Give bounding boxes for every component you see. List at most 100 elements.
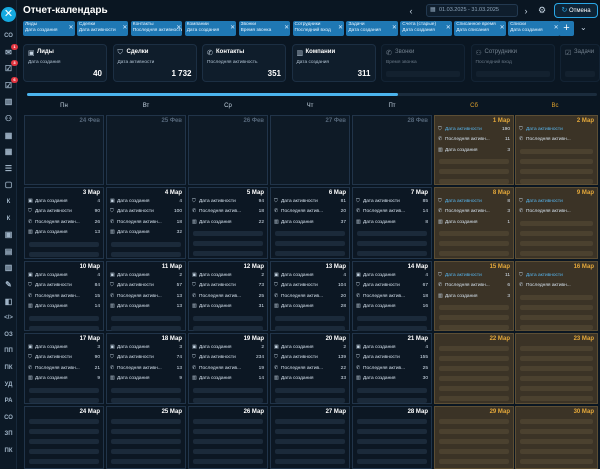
next-period-button[interactable]: › [521, 5, 531, 17]
day-cell[interactable]: 28 Фев [352, 115, 432, 185]
event-row[interactable]: ▥ Дата создания 32 [110, 229, 182, 236]
day-cell[interactable]: 26 Мар [188, 406, 268, 469]
day-cell[interactable]: 20 Мар ▣ Дата создания 2 ⛉ Дата активности 139… [270, 333, 350, 404]
event-row[interactable]: ⛉ Дата активности 67 [356, 282, 428, 289]
event-row[interactable]: ⛉ Дата активности 74 [110, 354, 182, 361]
rail-item-15[interactable]: ✎ [1, 279, 16, 291]
filter-chip[interactable]: Лиды Дата создания ✕ [23, 21, 75, 36]
event-row[interactable]: ⛉ Дата активности [519, 272, 594, 279]
event-row[interactable]: ✆ Последняя активн... 13 [110, 293, 182, 300]
summary-card[interactable]: ⛉ Сделки Дата активности 1 732 [112, 44, 197, 82]
day-cell[interactable]: 7 Мар ⛉ Дата активности 85 ✆ Последняя актив.… [352, 187, 432, 259]
event-row[interactable]: ▥ Дата создания 33 [274, 375, 346, 382]
rail-item-11[interactable]: К [1, 213, 16, 225]
day-cell[interactable]: 3 Мар ▣ Дата создания 4 ⛉ Дата активности 90 ✆ П… [24, 187, 104, 259]
rail-item-24[interactable]: ЗП [1, 428, 16, 440]
close-icon[interactable]: ✕ [122, 24, 127, 31]
event-row[interactable]: ✆ Последняя актив... 20 [274, 293, 346, 300]
event-row[interactable]: ▥ Дата создания 16 [356, 303, 428, 310]
event-row[interactable]: ▥ Дата создания 22 [192, 219, 264, 226]
day-cell[interactable]: 4 Мар ▣ Дата создания 4 ⛉ Дата активности 100 ✆… [106, 187, 186, 259]
day-cell[interactable]: 8 Мар ⛉ Дата активности 8 ✆ Последняя активн.… [434, 187, 514, 259]
close-icon[interactable]: ✕ [338, 24, 343, 31]
close-icon[interactable]: ✕ [284, 24, 289, 31]
cancel-button[interactable]: ↻ Отмена [554, 3, 598, 18]
filter-chip[interactable]: Списки Дата создания ✕ [508, 21, 560, 36]
close-icon[interactable]: ✕ [554, 24, 559, 31]
rail-item-8[interactable]: ☰ [1, 163, 16, 175]
event-row[interactable]: ▥ Дата создания 31 [192, 303, 264, 310]
event-row[interactable]: ⛉ Дата активности [519, 198, 594, 205]
event-row[interactable]: ▥ Дата создания 30 [356, 375, 428, 382]
event-row[interactable]: ✆ Последняя активн... [519, 282, 594, 289]
event-row[interactable]: ▥ Дата создания 9 [110, 375, 182, 382]
event-row[interactable]: ✆ Последняя актив... 22 [274, 365, 346, 372]
event-row[interactable]: ✆ Последняя активн... [519, 136, 594, 143]
event-row[interactable]: ▥ Дата создания 28 [274, 303, 346, 310]
event-row[interactable]: ⛉ Дата активности 73 [192, 282, 264, 289]
day-cell[interactable]: 22 Мар [434, 333, 514, 404]
event-row[interactable]: ▥ Дата создания 9 [28, 375, 100, 382]
event-row[interactable]: ⛉ Дата активности 100 [110, 208, 182, 215]
event-row[interactable]: ✆ Последняя активн... 11 [438, 136, 510, 143]
day-cell[interactable]: 29 Мар [434, 406, 514, 469]
day-cell[interactable]: 27 Мар [270, 406, 350, 469]
summary-card[interactable]: ▥ Компании Дата создания 311 [291, 44, 376, 82]
rail-item-2[interactable]: ☑ 3 [1, 60, 18, 75]
event-row[interactable]: ▣ Дата создания 4 [28, 198, 100, 205]
rail-item-18[interactable]: ОЗ [1, 329, 16, 341]
day-cell[interactable]: 12 Мар ▣ Дата создания 2 ⛉ Дата активности 73 ✆… [188, 261, 268, 331]
event-row[interactable]: ✆ Последняя активн... 26 [28, 219, 100, 226]
add-chip-button[interactable]: + [559, 21, 574, 36]
event-row[interactable]: ⛉ Дата активности 11 [438, 272, 510, 279]
rail-item-4[interactable]: ▥ [1, 96, 16, 108]
event-row[interactable]: ▣ Дата создания 4 [274, 272, 346, 279]
event-row[interactable]: ⛉ Дата активности 94 [192, 198, 264, 205]
rail-item-19[interactable]: ПП [1, 345, 16, 357]
event-row[interactable]: ✆ Последняя актив... 25 [192, 293, 264, 300]
event-row[interactable]: ⛉ Дата активности 57 [110, 282, 182, 289]
event-row[interactable]: ⛉ Дата активности 85 [356, 198, 428, 205]
rail-item-5[interactable]: ⚇ [1, 113, 16, 125]
event-row[interactable]: ▥ Дата создания 14 [192, 375, 264, 382]
filter-chip[interactable]: Контакты Последняя активность ✕ [130, 21, 183, 36]
event-row[interactable]: ▣ Дата создания 2 [192, 272, 264, 279]
horizontal-scrollbar[interactable] [27, 93, 597, 96]
summary-card[interactable]: ⚇ Сотрудники Последний вход [470, 44, 555, 82]
rail-item-13[interactable]: ▤ [1, 246, 16, 258]
filter-chip[interactable]: Сотрудники Последний вход ✕ [292, 21, 344, 36]
event-row[interactable]: ▣ Дата создания 2 [110, 272, 182, 279]
rail-item-9[interactable]: ▢ [1, 179, 16, 191]
filter-chip[interactable]: Задачи Дата создания ✕ [346, 21, 398, 36]
event-row[interactable]: ⛉ Дата активности [519, 126, 594, 133]
rail-item-10[interactable]: К [1, 196, 16, 208]
day-cell[interactable]: 25 Мар [106, 406, 186, 469]
event-row[interactable]: ✆ Последняя актив... 18 [192, 208, 264, 215]
close-icon[interactable]: ✕ [500, 24, 505, 31]
event-row[interactable]: ▥ Дата создания 8 [356, 219, 428, 226]
event-row[interactable]: ⛉ Дата активности 139 [274, 354, 346, 361]
event-row[interactable]: ▥ Дата создания 3 [438, 293, 510, 300]
event-row[interactable]: ▣ Дата создания 4 [28, 272, 100, 279]
prev-period-button[interactable]: ‹ [406, 5, 416, 17]
rail-item-12[interactable]: ▣ [1, 229, 16, 241]
event-row[interactable]: ✆ Последняя актив... 25 [356, 365, 428, 372]
event-row[interactable]: ▥ Дата создания 14 [28, 303, 100, 310]
event-row[interactable]: ✆ Последняя активн... [519, 208, 594, 215]
event-row[interactable]: ▣ Дата создания 4 [110, 198, 182, 205]
day-cell[interactable]: 24 Фев [24, 115, 104, 185]
summary-card[interactable]: ✆ Контакты Последняя активность 351 [202, 44, 286, 82]
rail-item-20[interactable]: ПК [1, 362, 16, 374]
rail-item-22[interactable]: РА [1, 395, 16, 407]
day-cell[interactable]: 11 Мар ▣ Дата создания 2 ⛉ Дата активности 57 ✆… [106, 261, 186, 331]
filter-chip[interactable]: Списанное время Дата списания ✕ [454, 21, 506, 36]
rail-item-16[interactable]: ◧ [1, 296, 16, 308]
event-row[interactable]: ⛉ Дата активности 8 [438, 198, 510, 205]
rail-item-14[interactable]: ▥ [1, 262, 16, 274]
event-row[interactable]: ✆ Последняя актив... 18 [356, 293, 428, 300]
event-row[interactable]: ▣ Дата создания 4 [356, 344, 428, 351]
day-cell[interactable]: 27 Фев [270, 115, 350, 185]
day-cell[interactable]: 17 Мар ▣ Дата создания 3 ⛉ Дата активности 90 ✆… [24, 333, 104, 404]
close-icon[interactable]: ✕ [1, 7, 16, 22]
event-row[interactable]: ⛉ Дата активности 234 [192, 354, 264, 361]
